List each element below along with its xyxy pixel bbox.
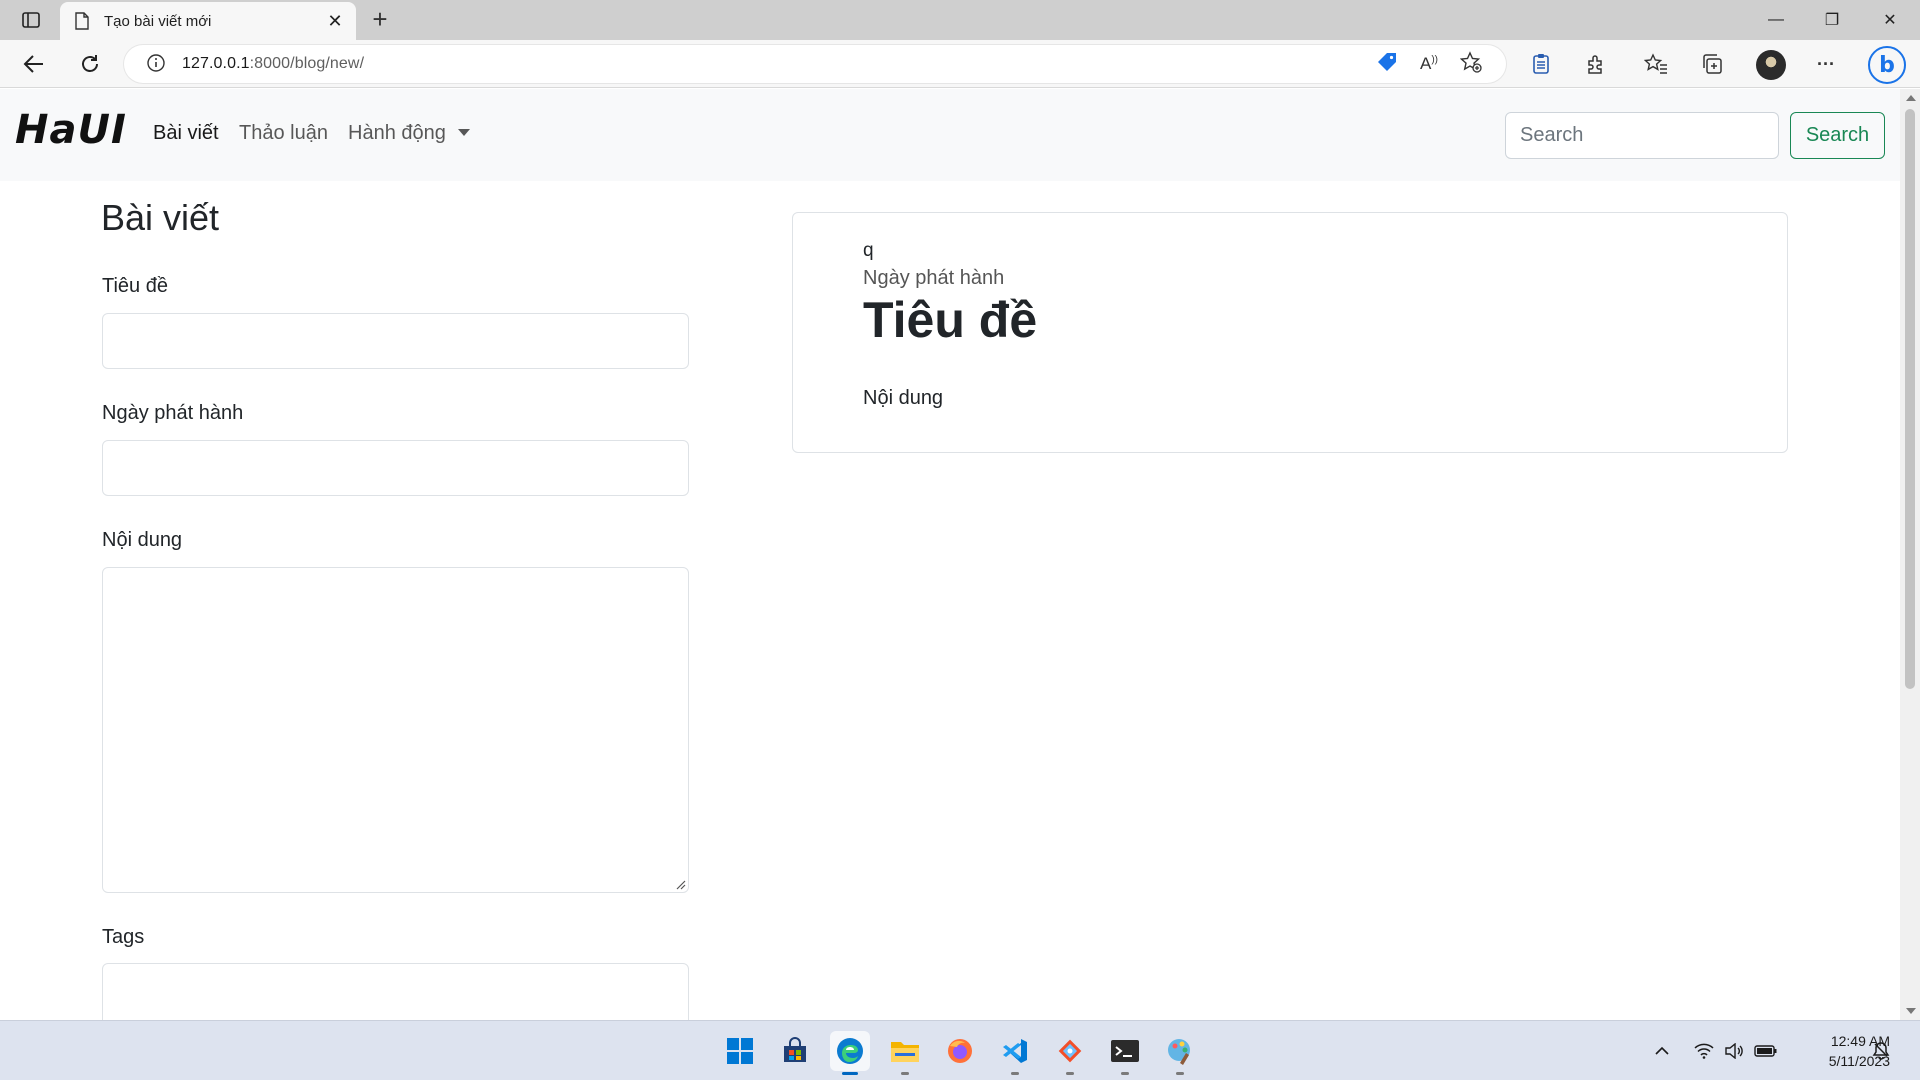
nav-link-thao-luan[interactable]: Thảo luận bbox=[239, 122, 328, 145]
site-info-icon[interactable] bbox=[146, 53, 168, 75]
close-window-button[interactable]: ✕ bbox=[1863, 0, 1917, 40]
date-label: Ngày phát hành bbox=[102, 402, 244, 424]
minimize-button[interactable]: — bbox=[1749, 0, 1803, 40]
favorites-icon[interactable] bbox=[1642, 50, 1670, 78]
paint-icon[interactable] bbox=[1160, 1031, 1200, 1075]
start-icon[interactable] bbox=[720, 1031, 760, 1071]
nav-dropdown-hanh-dong[interactable]: Hành động bbox=[348, 122, 470, 145]
windows-taskbar: 12:49 AM 5/11/2023 bbox=[0, 1020, 1920, 1080]
search-input[interactable]: Search bbox=[1505, 112, 1779, 159]
scroll-up-icon[interactable] bbox=[1906, 95, 1916, 101]
shopping-tag-icon[interactable] bbox=[1376, 51, 1398, 78]
preview-content: Nội dung bbox=[863, 387, 944, 409]
document-icon bbox=[74, 12, 92, 30]
more-menu-icon[interactable]: ··· bbox=[1812, 50, 1840, 78]
scroll-down-icon[interactable] bbox=[1906, 1008, 1916, 1014]
refresh-icon[interactable] bbox=[74, 48, 106, 80]
active-indicator bbox=[842, 1072, 858, 1075]
form-heading: Bài viết bbox=[101, 197, 220, 238]
running-indicator bbox=[1176, 1072, 1184, 1075]
tab-close-icon[interactable]: ✕ bbox=[324, 10, 346, 32]
maximize-button[interactable]: ❐ bbox=[1805, 0, 1859, 40]
terminal-icon[interactable] bbox=[1105, 1031, 1145, 1075]
tags-input[interactable] bbox=[102, 963, 689, 1020]
browser-tab[interactable]: Tạo bài viết mới ✕ bbox=[60, 2, 356, 40]
git-icon[interactable] bbox=[1050, 1031, 1090, 1075]
read-aloud-icon[interactable]: A)) bbox=[1420, 54, 1438, 74]
browser-tab-bar: Tạo bài viết mới ✕ + — ❐ ✕ bbox=[0, 0, 1920, 40]
clipboard-icon[interactable] bbox=[1527, 50, 1555, 78]
tab-actions-icon[interactable] bbox=[14, 8, 48, 32]
browser-toolbar: 127.0.0.1:8000/blog/new/ A)) ··· b bbox=[0, 40, 1920, 88]
vscode-icon[interactable] bbox=[995, 1031, 1035, 1075]
edge-icon[interactable] bbox=[830, 1031, 870, 1075]
running-indicator bbox=[1121, 1072, 1129, 1075]
site-navbar: HaUI Bài viết Thảo luận Hành động Search… bbox=[0, 89, 1900, 181]
bing-copilot-icon[interactable]: b bbox=[1868, 46, 1906, 84]
collections-icon[interactable] bbox=[1698, 50, 1726, 78]
wifi-icon[interactable] bbox=[1694, 1021, 1714, 1080]
store-icon[interactable] bbox=[775, 1031, 815, 1071]
running-indicator bbox=[1011, 1072, 1019, 1075]
file-explorer-icon[interactable] bbox=[885, 1031, 925, 1075]
title-input[interactable] bbox=[102, 313, 689, 369]
page-scrollbar[interactable] bbox=[1900, 89, 1920, 1020]
search-button[interactable]: Search bbox=[1790, 112, 1885, 159]
preview-card: q Ngày phát hành Tiêu đề Nội dung bbox=[792, 212, 1788, 453]
profile-avatar[interactable] bbox=[1756, 50, 1786, 80]
preview-date: Ngày phát hành bbox=[863, 267, 1005, 289]
url-text: 127.0.0.1:8000/blog/new/ bbox=[182, 55, 365, 72]
add-favorite-icon[interactable] bbox=[1459, 50, 1482, 78]
tags-label: Tags bbox=[102, 926, 145, 948]
tray-overflow-icon[interactable] bbox=[1654, 1021, 1670, 1080]
battery-icon[interactable] bbox=[1754, 1021, 1778, 1080]
firefox-icon[interactable] bbox=[940, 1031, 980, 1071]
back-icon[interactable] bbox=[18, 48, 50, 80]
scroll-thumb[interactable] bbox=[1905, 109, 1915, 689]
page-viewport: HaUI Bài viết Thảo luận Hành động Search… bbox=[0, 89, 1900, 1020]
nav-link-bai-viet[interactable]: Bài viết bbox=[153, 122, 219, 145]
address-bar[interactable]: 127.0.0.1:8000/blog/new/ A)) bbox=[124, 45, 1506, 83]
preview-title: Tiêu đề bbox=[863, 292, 1038, 348]
extensions-icon[interactable] bbox=[1582, 50, 1610, 78]
volume-icon[interactable] bbox=[1724, 1021, 1744, 1080]
title-label: Tiêu đề bbox=[102, 275, 168, 297]
preview-q: q bbox=[863, 240, 874, 261]
notification-icon[interactable] bbox=[1872, 1021, 1890, 1080]
new-tab-button[interactable]: + bbox=[366, 6, 394, 34]
date-input[interactable] bbox=[102, 440, 689, 496]
chevron-down-icon bbox=[457, 129, 470, 136]
running-indicator bbox=[901, 1072, 909, 1075]
tab-title: Tạo bài viết mới bbox=[104, 12, 212, 30]
running-indicator bbox=[1066, 1072, 1074, 1075]
brand-logo[interactable]: HaUI bbox=[15, 107, 127, 153]
content-textarea[interactable] bbox=[102, 567, 689, 893]
nav-dropdown-label: Hành động bbox=[348, 122, 446, 144]
resize-grip-icon[interactable] bbox=[676, 880, 686, 890]
content-label: Nội dung bbox=[102, 529, 183, 551]
